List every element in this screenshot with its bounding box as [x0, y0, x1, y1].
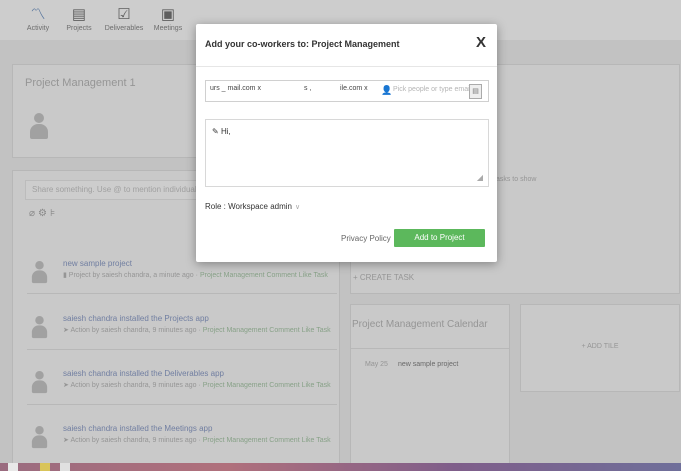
modal-divider — [196, 66, 497, 67]
start-icon[interactable] — [8, 463, 18, 471]
email-chip[interactable]: s , — [304, 85, 311, 92]
message-textarea[interactable]: ✎ Hi, ◢ — [205, 119, 489, 187]
message-text: ✎ Hi, — [212, 127, 231, 136]
taskbar — [0, 463, 681, 471]
add-coworkers-modal: Add your co-workers to: Project Manageme… — [196, 24, 497, 262]
person-icon: 👤 — [381, 85, 393, 95]
email-chip[interactable]: urs _ mail.com x — [210, 85, 261, 92]
pencil-icon: ✎ — [212, 127, 221, 136]
address-book-icon[interactable]: ▤ — [469, 84, 482, 99]
email-chip[interactable]: ile.com x — [340, 85, 368, 92]
people-picker[interactable]: urs _ mail.com x s , ile.com x 👤 Pick pe… — [205, 80, 489, 102]
resize-handle-icon[interactable]: ◢ — [477, 173, 483, 182]
people-input-placeholder[interactable]: Pick people or type email — [393, 86, 471, 93]
chevron-down-icon: ∨ — [295, 204, 301, 211]
browser-icon[interactable] — [60, 463, 70, 471]
close-icon[interactable]: X — [476, 34, 486, 51]
privacy-policy-link[interactable]: Privacy Policy — [341, 234, 391, 243]
add-to-project-button[interactable]: Add to Project Management — [394, 229, 485, 260]
folder-icon[interactable] — [40, 463, 50, 471]
modal-title: Add your co-workers to: Project Manageme… — [205, 39, 400, 49]
role-selector[interactable]: Role : Workspace admin ∨ — [205, 202, 300, 211]
role-label: Role : Workspace admin — [205, 202, 292, 211]
message-value: Hi, — [220, 127, 231, 136]
